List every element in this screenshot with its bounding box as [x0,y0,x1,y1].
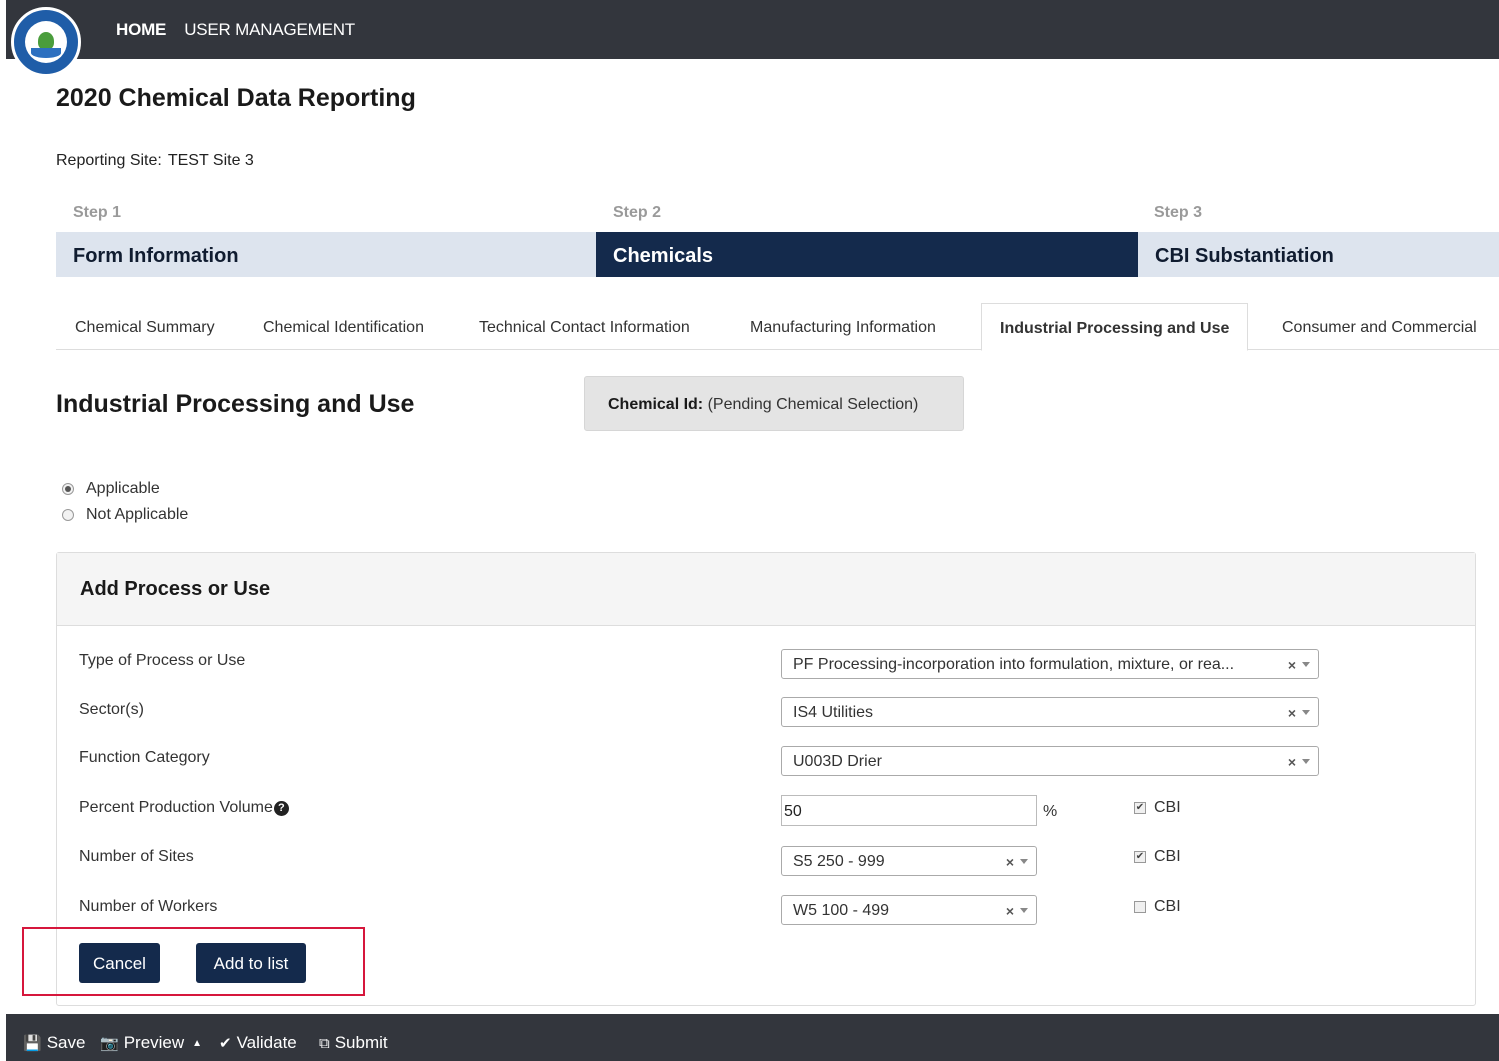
nav-user-management-link[interactable]: USER MANAGEMENT [184,20,355,40]
number-of-workers-value: W5 100 - 499 [793,902,890,919]
reporting-site-label: Reporting Site: [56,152,162,169]
type-of-process-label: Type of Process or Use [79,652,246,669]
tab-chemical-summary[interactable]: Chemical Summary [75,303,215,350]
save-button[interactable]: 💾 Save [23,1033,85,1053]
number-of-workers-select[interactable]: W5 100 - 499 × [781,895,1037,925]
number-of-sites-value: S5 250 - 999 [793,853,885,870]
function-clear-icon[interactable]: × [1288,754,1296,770]
chemical-tabs: Chemical Summary Chemical Identification… [56,303,1499,351]
function-dropdown-arrow-icon[interactable] [1302,759,1310,764]
step-cbi-substantiation[interactable]: CBI Substantiation [1138,232,1499,277]
number-of-sites-label: Number of Sites [79,848,194,865]
radio-applicable-label: Applicable [86,480,160,497]
panel-title: Add Process or Use [57,553,1475,626]
radio-not-applicable-button[interactable] [62,509,74,521]
tab-chemical-identification[interactable]: Chemical Identification [263,303,424,350]
type-clear-icon[interactable]: × [1288,657,1296,673]
help-question-icon[interactable]: ? [273,800,289,816]
type-of-process-value: PF Processing-incorporation into formula… [793,656,1235,673]
step-chemicals[interactable]: Chemicals [596,232,1138,277]
workers-clear-icon[interactable]: × [1006,903,1014,919]
tab-industrial-processing[interactable]: Industrial Processing and Use [981,303,1249,351]
workers-dropdown-arrow-icon[interactable] [1020,908,1028,913]
save-icon: 💾 [23,1035,42,1052]
tab-consumer-commercial[interactable]: Consumer and Commercial [1282,303,1477,350]
reporting-site-value: TEST Site 3 [167,152,254,169]
ppv-label-text: Percent Production Volume [79,799,273,816]
number-of-workers-label: Number of Workers [79,898,218,915]
add-to-list-button[interactable]: Add to list [196,943,306,983]
nav-home-link[interactable]: HOME [116,20,166,40]
preview-button[interactable]: 📷 Preview ▲ [100,1033,202,1053]
step-3-label: Step 3 [1154,204,1203,221]
logo-water-icon [31,48,61,58]
cancel-button[interactable]: Cancel [79,943,160,983]
save-label: Save [46,1033,86,1052]
chemical-id-label: Chemical Id: [608,396,704,413]
cbi-sites-checkbox[interactable]: ✔ CBI [1134,848,1181,866]
chemical-id-value: (Pending Chemical Selection) [707,396,919,413]
percent-unit: % [1043,803,1058,820]
cbi-workers-checkbox[interactable]: CBI [1134,898,1181,916]
section-title: Industrial Processing and Use [56,390,415,418]
step-1-label: Step 1 [73,204,122,221]
sector-dropdown-arrow-icon[interactable] [1302,710,1310,715]
cbi-workers-label: CBI [1154,898,1181,915]
sites-clear-icon[interactable]: × [1006,854,1014,870]
submit-label: Submit [334,1033,388,1052]
function-category-label: Function Category [79,749,210,766]
cbi-ppv-check-icon[interactable]: ✔ [1134,802,1146,814]
radio-applicable[interactable]: Applicable [62,480,160,498]
step-2-label: Step 2 [613,204,662,221]
reporting-site: Reporting Site: TEST Site 3 [56,152,254,170]
caret-up-icon[interactable]: ▲ [192,1038,202,1049]
sector-clear-icon[interactable]: × [1288,705,1296,721]
type-of-process-select[interactable]: PF Processing-incorporation into formula… [781,649,1319,679]
sites-dropdown-arrow-icon[interactable] [1020,859,1028,864]
cbi-sites-label: CBI [1154,848,1181,865]
checkmark-icon: ✔ [219,1035,232,1052]
share-icon: ⧉ [319,1034,330,1052]
sector-value: IS4 Utilities [793,704,874,721]
cbi-ppv-checkbox[interactable]: ✔ CBI [1134,799,1181,817]
page-title: 2020 Chemical Data Reporting [56,84,416,112]
bottom-toolbar: 💾 Save 📷 Preview ▲ ✔ Validate ⧉ Submit [6,1014,1499,1061]
radio-applicable-button[interactable] [62,483,74,495]
tab-manufacturing-information[interactable]: Manufacturing Information [750,303,936,350]
function-category-value: U003D Drier [793,753,882,770]
validate-label: Validate [236,1033,297,1052]
radio-not-applicable-label: Not Applicable [86,506,189,523]
camera-icon: 📷 [100,1035,119,1052]
submit-button[interactable]: ⧉ Submit [319,1033,388,1053]
type-dropdown-arrow-icon[interactable] [1302,662,1310,667]
cbi-ppv-label: CBI [1154,799,1181,816]
buttons-highlight-box [22,927,365,996]
cbi-sites-check-icon[interactable]: ✔ [1134,851,1146,863]
chemical-id-box: Chemical Id: (Pending Chemical Selection… [584,376,964,431]
sector-label: Sector(s) [79,701,144,718]
main-nav: HOME USER MANAGEMENT [116,20,355,40]
top-navbar: HOME USER MANAGEMENT [6,0,1499,59]
percent-production-volume-label: Percent Production Volume ? [79,799,289,817]
radio-not-applicable[interactable]: Not Applicable [62,506,188,524]
tab-technical-contact[interactable]: Technical Contact Information [479,303,690,350]
step-form-information[interactable]: Form Information [56,232,596,277]
percent-production-volume-input[interactable]: 50 [781,795,1037,826]
preview-label: Preview [123,1033,185,1052]
epa-logo[interactable] [11,7,81,77]
function-category-select[interactable]: U003D Drier × [781,746,1319,776]
cbi-workers-check-icon[interactable] [1134,901,1146,913]
validate-button[interactable]: ✔ Validate [219,1033,297,1053]
sector-select[interactable]: IS4 Utilities × [781,697,1319,727]
number-of-sites-select[interactable]: S5 250 - 999 × [781,846,1037,876]
